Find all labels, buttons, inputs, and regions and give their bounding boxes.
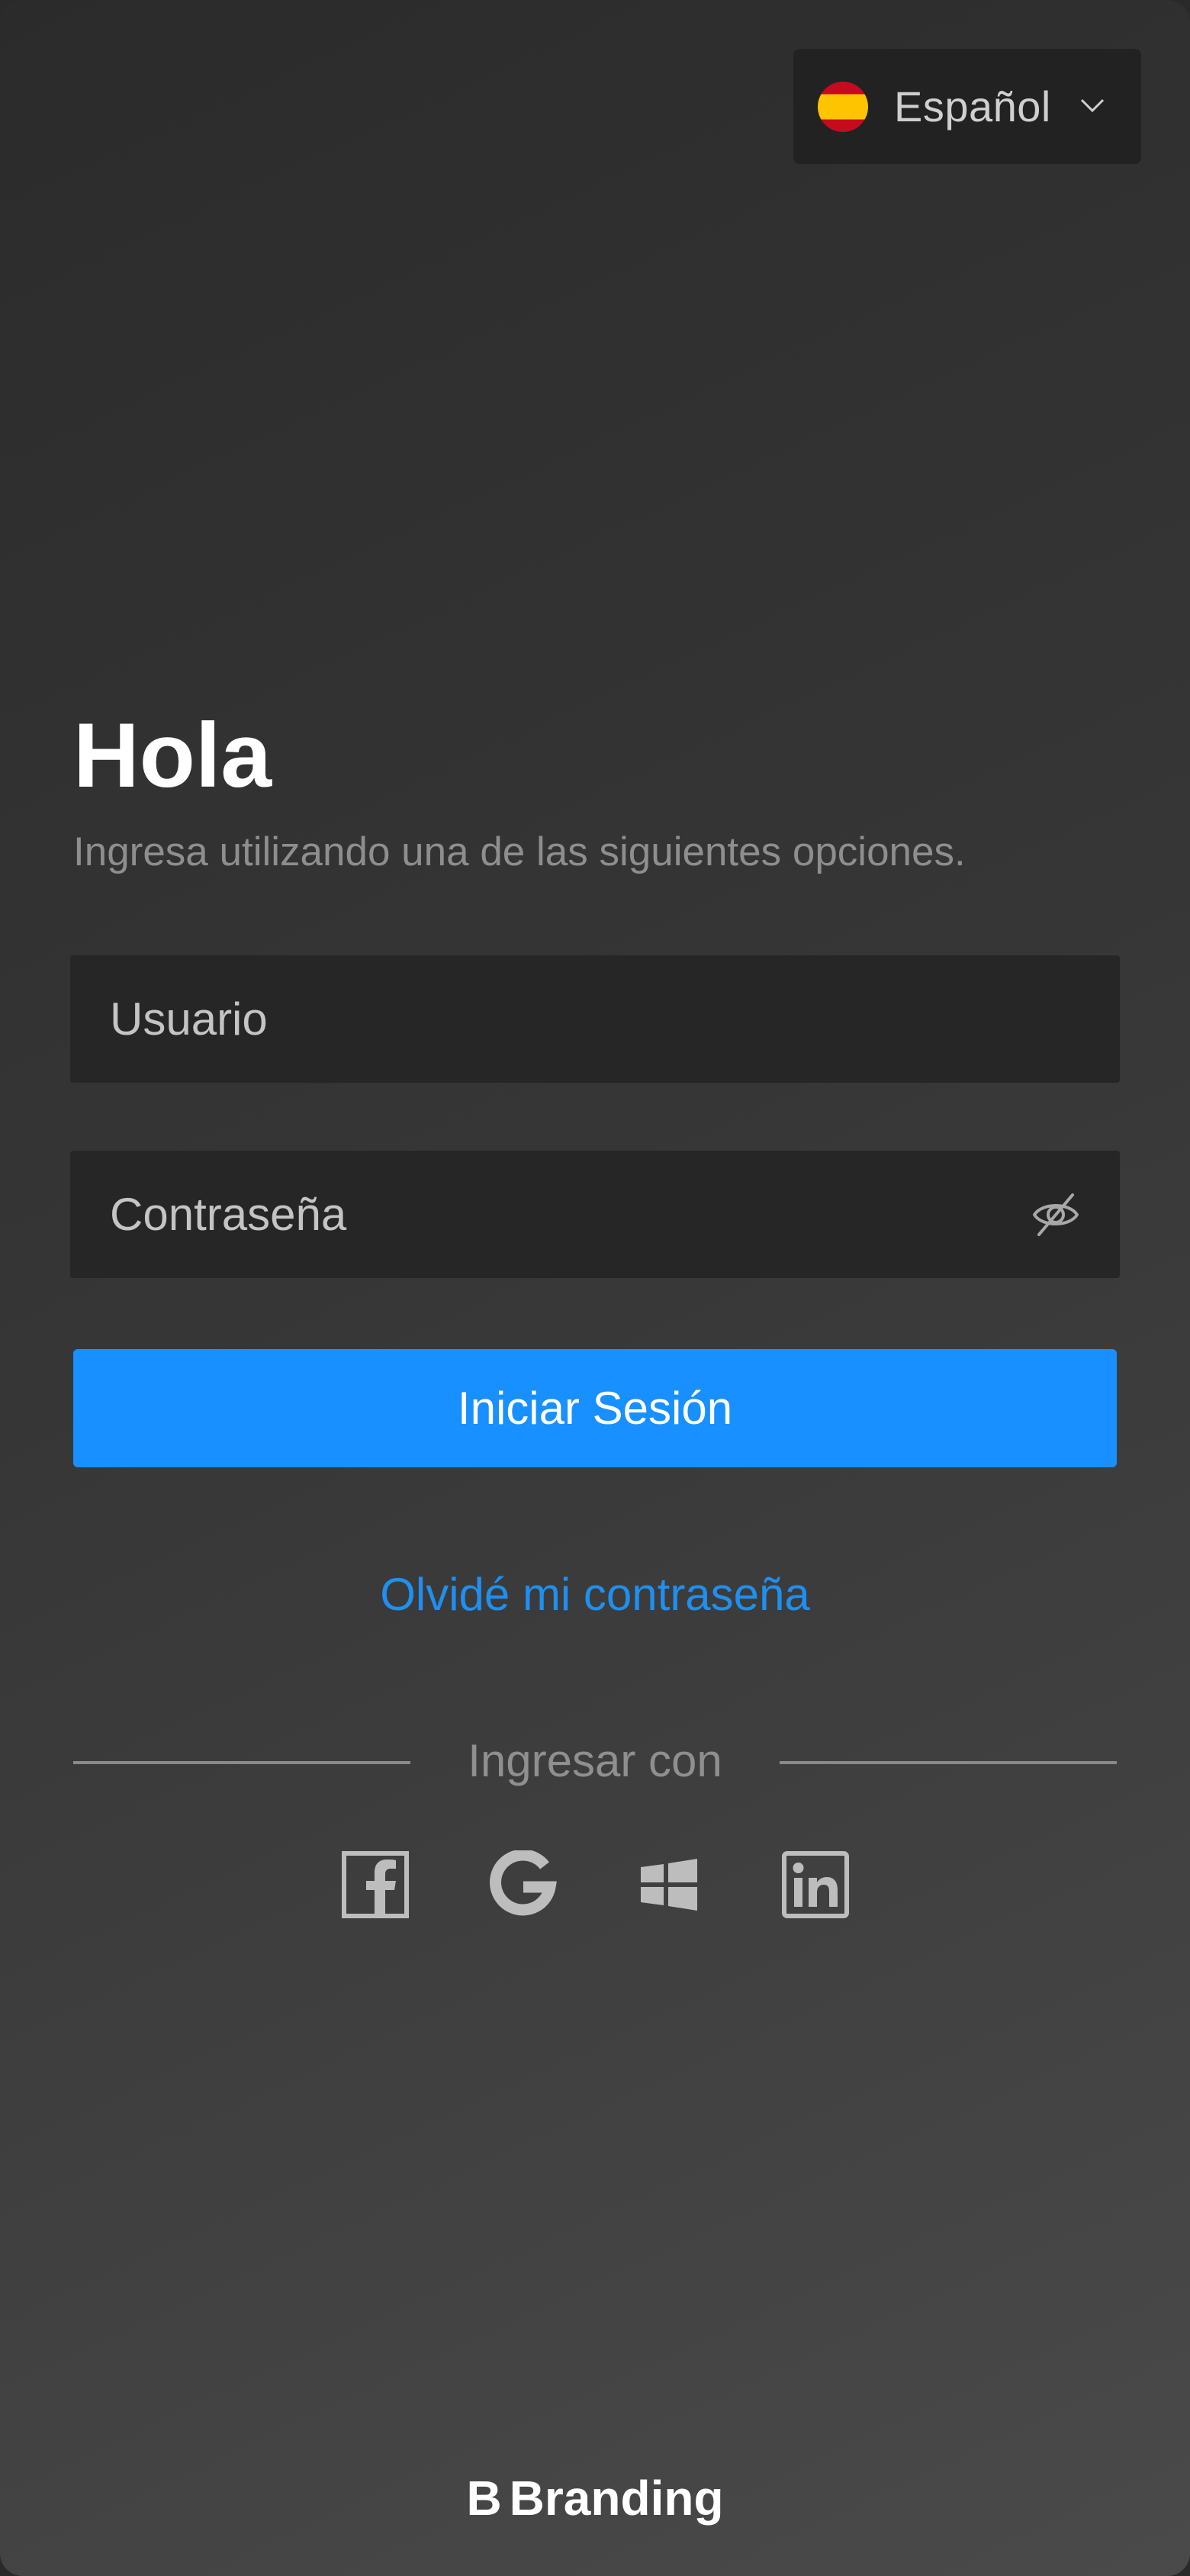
- password-field-container: [70, 1151, 1120, 1278]
- forgot-password-link[interactable]: Olvidé mi contraseña: [0, 1564, 1190, 1625]
- page-title: Hola: [73, 704, 272, 807]
- windows-icon[interactable]: [635, 1850, 703, 1919]
- brand-mark: B: [466, 2471, 502, 2526]
- language-label: Español: [894, 82, 1051, 130]
- password-input[interactable]: [70, 1151, 1120, 1278]
- brand-logo: B Branding: [0, 2466, 1190, 2530]
- login-button[interactable]: Iniciar Sesión: [73, 1349, 1117, 1467]
- spain-flag-icon: [818, 81, 868, 132]
- eye-off-icon[interactable]: [1030, 1189, 1082, 1241]
- brand-name: Branding: [509, 2471, 724, 2526]
- divider-right: [780, 1761, 1117, 1764]
- login-screen: Español Hola Ingresa utilizando una de l…: [0, 0, 1190, 2576]
- facebook-icon[interactable]: [341, 1850, 410, 1919]
- linkedin-icon[interactable]: [781, 1850, 850, 1919]
- language-selector[interactable]: Español: [793, 49, 1141, 164]
- chevron-down-icon: [1080, 98, 1105, 113]
- username-input[interactable]: [70, 955, 1120, 1083]
- google-icon[interactable]: [488, 1850, 557, 1919]
- page-subtitle: Ingresa utilizando una de las siguientes…: [73, 829, 966, 874]
- username-field-container: [70, 955, 1120, 1083]
